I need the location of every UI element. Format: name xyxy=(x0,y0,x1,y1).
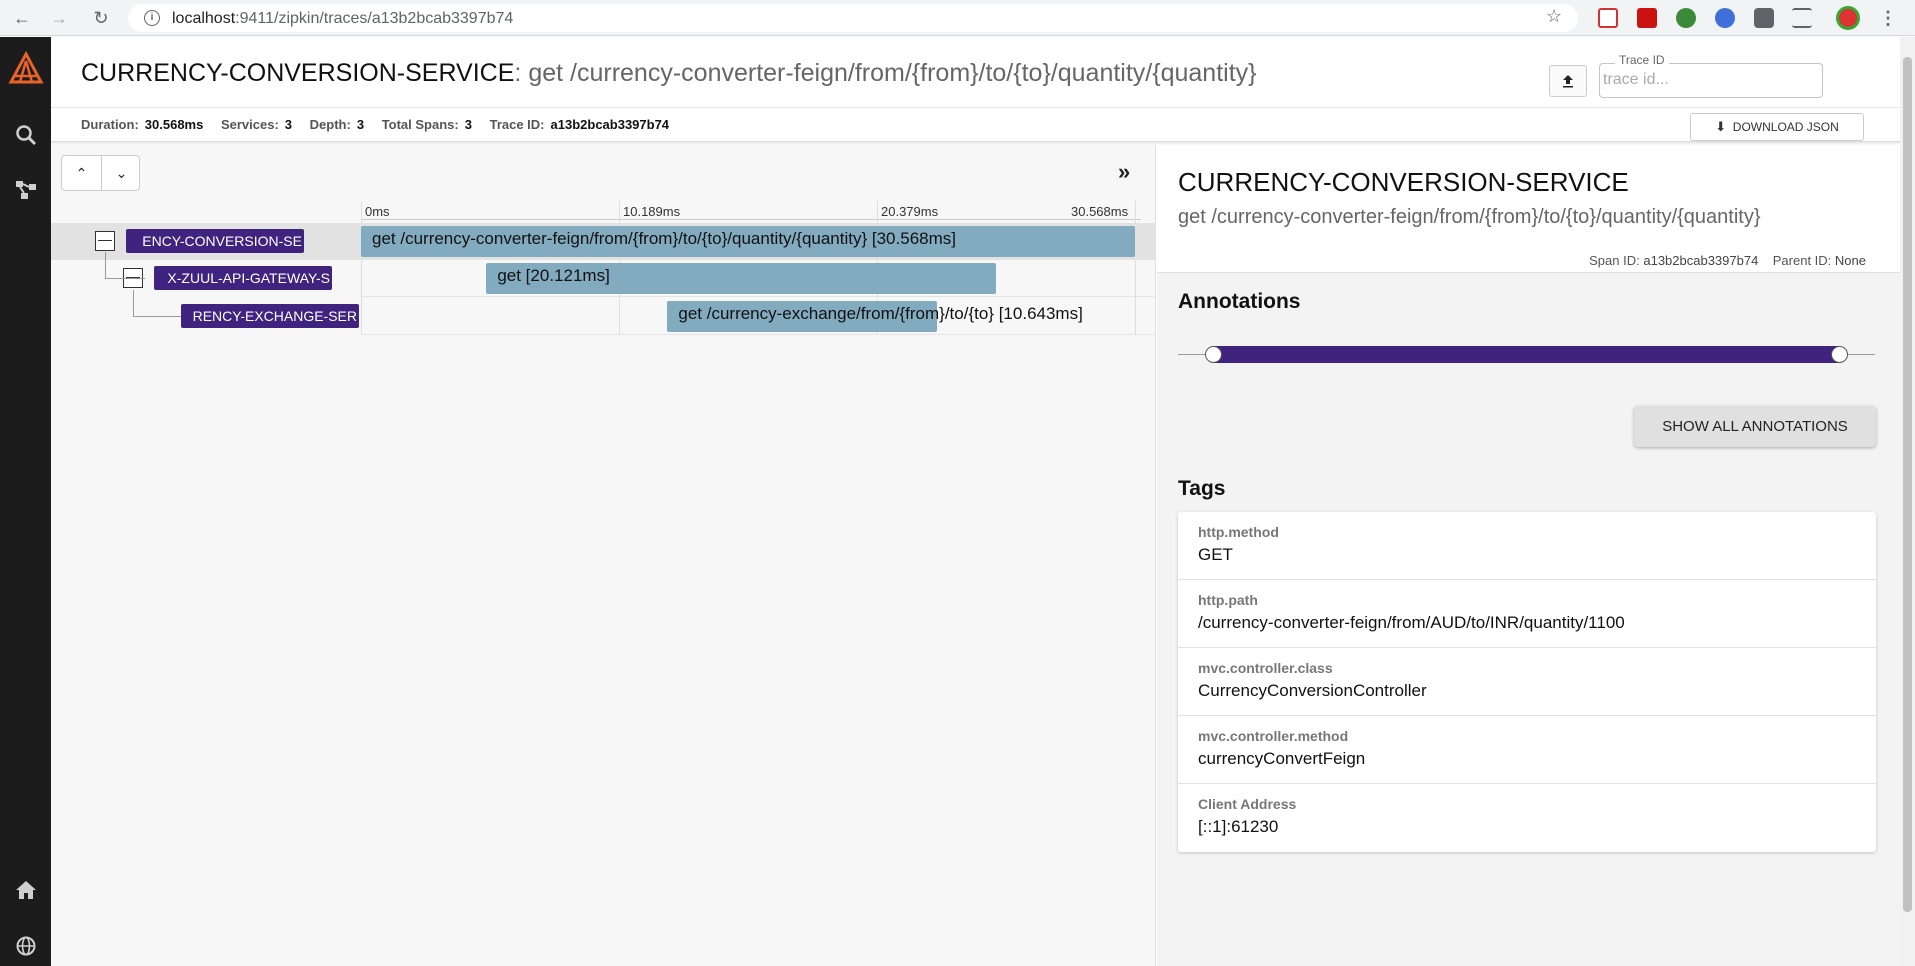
span-service-name: CURRENCY-CONVERSION-SERVICE xyxy=(1178,167,1629,197)
services-value: 3 xyxy=(284,117,293,132)
span-label: get /currency-converter-feign/from/{from… xyxy=(372,229,956,248)
reload-icon[interactable]: ↻ xyxy=(89,6,113,30)
span-label: get [20.121ms] xyxy=(497,266,610,285)
show-all-annotations-button[interactable]: SHOW ALL ANNOTATIONS xyxy=(1634,406,1876,447)
span-nav-buttons: ⌃ ⌄ xyxy=(61,155,140,191)
trace-id-input[interactable] xyxy=(1603,67,1819,93)
tag-value: [::1]:61230 xyxy=(1198,817,1279,836)
span-row[interactable]: RENCY-EXCHANGE-SER get /currency-exchange… xyxy=(51,290,1156,335)
tag-key: http.method xyxy=(1198,524,1279,540)
extension-pocket-icon[interactable] xyxy=(1598,8,1618,28)
tick-label: 10.189ms xyxy=(623,204,681,219)
home-icon[interactable] xyxy=(13,877,39,903)
expand-timeline-icon[interactable]: » xyxy=(1118,159,1130,185)
previous-span-chevron-up-icon[interactable]: ⌃ xyxy=(62,156,101,190)
annotation-range-bar xyxy=(1213,346,1839,363)
tick-label: 20.379ms xyxy=(881,204,939,219)
tag-row: Client Address[::1]:61230 xyxy=(1178,784,1876,852)
url-text: localhost:9411/zipkin/traces/a13b2bcab33… xyxy=(172,10,514,27)
annotations-heading: Annotations xyxy=(1178,290,1301,313)
tag-key: mvc.controller.method xyxy=(1198,728,1349,744)
extension-acrobat-icon[interactable] xyxy=(1637,8,1657,28)
timeline-axis xyxy=(361,219,1141,220)
tag-row: mvc.controller.method currencyConvertFeig… xyxy=(1178,716,1876,784)
duration-value: 30.568ms xyxy=(144,117,204,132)
total-spans-value: 3 xyxy=(464,117,472,132)
annotation-end-marker[interactable] xyxy=(1831,346,1848,363)
tag-row: http.method GET xyxy=(1178,512,1876,580)
span-label: get /currency-exchange/from/{from}/to/{t… xyxy=(678,304,1083,323)
trace-header: CURRENCY-CONVERSION-SERVICE: get /curren… xyxy=(51,37,1915,142)
span-service-badge: X-ZUUL-API-GATEWAY-S xyxy=(154,266,332,290)
download-icon: ⬇ xyxy=(1715,119,1727,134)
site-info-icon[interactable]: i xyxy=(144,10,160,26)
header-divider xyxy=(51,107,1915,108)
depth-label: Depth: xyxy=(309,117,351,132)
tags-heading: Tags xyxy=(1178,477,1226,500)
tag-value: /currency-converter-feign/from/AUD/to/IN… xyxy=(1198,613,1625,632)
dependencies-icon[interactable] xyxy=(13,177,39,203)
browser-menu-icon[interactable]: ⋮ xyxy=(1876,6,1900,30)
tick-label: 0ms xyxy=(365,204,390,219)
collapse-span-toggle[interactable] xyxy=(95,231,115,251)
span-row[interactable]: ENCY-CONVERSION-SE get /currency-converte… xyxy=(51,223,1156,260)
tag-value: currencyConvertFeign xyxy=(1198,749,1366,768)
tag-key: Client Address xyxy=(1198,796,1297,812)
span-detail-panel: CURRENCY-CONVERSION-SERVICE get /currenc… xyxy=(1157,145,1900,966)
reading-list-icon[interactable] xyxy=(1792,8,1812,28)
tag-row: mvc.controller.class CurrencyConversionCo… xyxy=(1178,648,1876,716)
span-service-badge: RENCY-EXCHANGE-SER xyxy=(181,304,359,328)
tick-label: 30.568ms xyxy=(1071,204,1129,219)
trace-title: CURRENCY-CONVERSION-SERVICE: get /curren… xyxy=(81,59,1257,87)
browser-toolbar: ← → ↻ i localhost:9411/zipkin/traces/a13… xyxy=(0,0,1915,36)
zipkin-logo-icon[interactable] xyxy=(8,51,44,87)
tag-row: http.path/currency-converter-feign/from/… xyxy=(1178,580,1876,648)
forward-arrow-icon[interactable]: → xyxy=(47,6,71,30)
annotation-start-marker[interactable] xyxy=(1205,346,1222,363)
span-row[interactable]: X-ZUUL-API-GATEWAY-S get [20.121ms] xyxy=(51,252,1156,297)
trace-summary: Duration: 30.568ms Services: 3 Depth: 3 Tot… xyxy=(81,117,683,132)
next-span-chevron-down-icon[interactable]: ⌄ xyxy=(102,156,141,190)
app-sidebar xyxy=(0,37,51,966)
search-icon[interactable] xyxy=(13,122,39,148)
depth-value: 3 xyxy=(356,117,365,132)
tag-key: mvc.controller.class xyxy=(1198,660,1333,676)
trace-id-summary-label: Trace ID: xyxy=(489,117,545,132)
span-ids: Span ID: a13b2bcab3397b74 Parent ID: Non… xyxy=(1589,253,1866,268)
extensions-puzzle-icon[interactable] xyxy=(1754,8,1774,28)
scrollbar-thumb[interactable] xyxy=(1903,57,1912,912)
tag-value: GET xyxy=(1198,545,1233,564)
trace-id-label: Trace ID xyxy=(1615,53,1669,67)
upload-icon xyxy=(1563,75,1573,88)
bookmark-star-icon[interactable]: ☆ xyxy=(1546,6,1562,27)
span-detail-header: CURRENCY-CONVERSION-SERVICE get /currenc… xyxy=(1157,145,1900,273)
page-scrollbar[interactable] xyxy=(1900,37,1915,966)
extension-globe-icon[interactable] xyxy=(1676,8,1696,28)
address-bar[interactable]: i localhost:9411/zipkin/traces/a13b2bcab… xyxy=(128,4,1578,32)
download-json-button[interactable]: ⬇ DOWNLOAD JSON xyxy=(1690,113,1864,141)
profile-avatar[interactable] xyxy=(1836,6,1860,30)
span-endpoint: get /currency-converter-feign/from/{from… xyxy=(1178,206,1761,228)
tags-list: http.method GET http.path/currency-convert… xyxy=(1178,512,1876,852)
trace-id-summary-value: a13b2bcab3397b74 xyxy=(550,117,670,132)
span-service-badge: ENCY-CONVERSION-SE xyxy=(126,229,304,253)
duration-label: Duration: xyxy=(81,117,139,132)
services-label: Services: xyxy=(220,117,279,132)
tag-value: CurrencyConversionController xyxy=(1198,681,1427,700)
back-arrow-icon[interactable]: ← xyxy=(10,6,34,30)
total-spans-label: Total Spans: xyxy=(381,117,459,132)
language-globe-icon[interactable] xyxy=(13,933,39,959)
trace-timeline: ⌃ ⌄ » 0ms 10.189ms 20.379ms 30.568ms ENCY-C… xyxy=(51,145,1156,966)
extension-info-icon[interactable] xyxy=(1715,8,1735,28)
tag-key: http.path xyxy=(1198,592,1258,608)
upload-json-button[interactable] xyxy=(1549,65,1587,97)
